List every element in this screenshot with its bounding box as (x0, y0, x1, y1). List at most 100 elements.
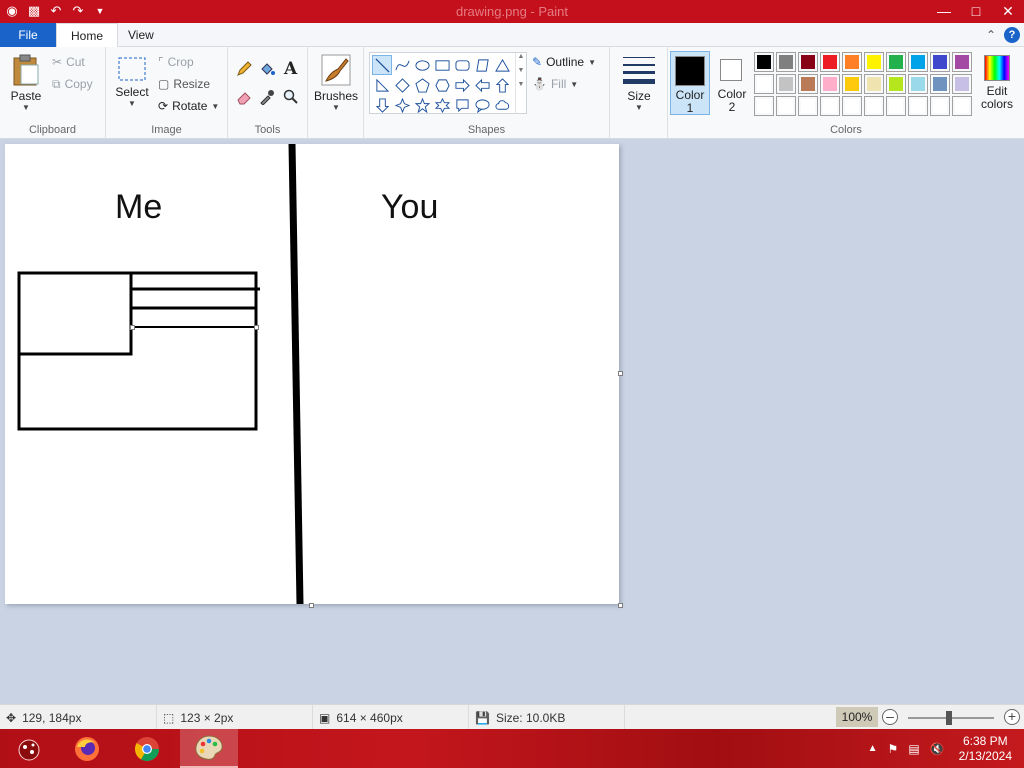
color-swatch[interactable] (776, 74, 796, 94)
color-picker-icon[interactable] (259, 89, 275, 105)
canvas-resize-corner-handle[interactable] (618, 603, 623, 608)
select-dropdown-icon[interactable]: ▼ (112, 99, 152, 108)
color-swatch[interactable] (930, 74, 950, 94)
color-swatch[interactable] (952, 96, 972, 116)
network-icon[interactable]: ▤ (908, 742, 919, 756)
color-swatch[interactable] (820, 74, 840, 94)
start-button[interactable] (0, 729, 58, 768)
oval-shape-icon[interactable] (412, 55, 432, 75)
select-button[interactable]: Select ▼ (112, 55, 152, 108)
oval-callout-shape-icon[interactable] (472, 95, 492, 115)
rectangle-shape-icon[interactable] (432, 55, 452, 75)
left-arrow-shape-icon[interactable] (472, 75, 492, 95)
help-icon[interactable]: ? (1004, 27, 1020, 43)
taskbar-clock[interactable]: 6:38 PM 2/13/2024 (955, 734, 1012, 764)
fill-bucket-icon[interactable] (259, 61, 275, 77)
rounded-callout-shape-icon[interactable] (452, 95, 472, 115)
color-swatch[interactable] (754, 74, 774, 94)
color1-button[interactable]: Color 1 (670, 51, 710, 115)
color-swatch[interactable] (886, 74, 906, 94)
color-swatch[interactable] (754, 52, 774, 72)
resize-button[interactable]: ▢ Resize (158, 74, 210, 94)
cloud-callout-shape-icon[interactable] (492, 95, 512, 115)
right-arrow-shape-icon[interactable] (452, 75, 472, 95)
line-end-handle[interactable] (254, 325, 259, 330)
color-swatch[interactable] (842, 74, 862, 94)
four-point-star-shape-icon[interactable] (392, 95, 412, 115)
rotate-button[interactable]: ⟳ Rotate ▼ (158, 96, 219, 116)
canvas-resize-right-handle[interactable] (618, 371, 623, 376)
color-swatch[interactable] (930, 52, 950, 72)
color-swatch[interactable] (864, 74, 884, 94)
five-point-star-shape-icon[interactable] (412, 95, 432, 115)
color-swatch[interactable] (776, 96, 796, 116)
copy-button[interactable]: ⧉ Copy (52, 74, 93, 94)
drawing-canvas[interactable]: Me You (5, 144, 619, 604)
color-swatch[interactable] (798, 74, 818, 94)
down-arrow-shape-icon[interactable] (372, 95, 392, 115)
line-shape-icon[interactable] (372, 55, 392, 75)
cut-button[interactable]: ✂ Cut (52, 52, 85, 72)
brushes-button[interactable]: Brushes ▼ (312, 53, 360, 112)
close-button[interactable]: ✕ (992, 0, 1024, 23)
curve-shape-icon[interactable] (392, 55, 412, 75)
taskbar-paint[interactable] (180, 729, 238, 768)
color-swatch[interactable] (776, 52, 796, 72)
zoom-in-button[interactable]: + (1004, 709, 1020, 725)
up-arrow-shape-icon[interactable] (492, 75, 512, 95)
zoom-slider-thumb[interactable] (946, 711, 952, 725)
paste-dropdown-icon[interactable]: ▼ (6, 103, 46, 112)
color-swatch[interactable] (864, 52, 884, 72)
taskbar-firefox[interactable] (58, 729, 116, 768)
tab-view[interactable]: View (114, 23, 168, 47)
brushes-dropdown-icon[interactable]: ▼ (312, 103, 360, 112)
size-dropdown-icon[interactable]: ▼ (616, 103, 662, 112)
paste-button[interactable]: Paste ▼ (6, 53, 46, 112)
hexagon-shape-icon[interactable] (432, 75, 452, 95)
text-tool-icon[interactable]: A (284, 59, 297, 79)
shapes-scrollbar[interactable]: ▲ ▼ ▼ (515, 53, 526, 113)
right-triangle-shape-icon[interactable] (372, 75, 392, 95)
color-swatch[interactable] (798, 96, 818, 116)
maximize-button[interactable]: □ (960, 0, 992, 23)
minimize-button[interactable]: — (928, 0, 960, 23)
color-swatch[interactable] (842, 52, 862, 72)
magnifier-icon[interactable] (283, 89, 299, 105)
tab-file[interactable]: File (0, 23, 56, 47)
color-swatch[interactable] (798, 52, 818, 72)
color-swatch[interactable] (952, 52, 972, 72)
color-swatch[interactable] (886, 96, 906, 116)
color2-button[interactable]: Color 2 (712, 51, 752, 115)
diamond-shape-icon[interactable] (392, 75, 412, 95)
color-swatch[interactable] (952, 74, 972, 94)
canvas-resize-bottom-handle[interactable] (309, 603, 314, 608)
polygon-shape-icon[interactable] (472, 55, 492, 75)
color-swatch[interactable] (886, 52, 906, 72)
edit-colors-button[interactable]: Edit colors (976, 51, 1018, 115)
zoom-out-button[interactable]: – (882, 709, 898, 725)
color-swatch[interactable] (754, 96, 774, 116)
outline-button[interactable]: ✎ Outline ▼ (532, 52, 596, 72)
fill-button[interactable]: ⛄ Fill ▼ (532, 74, 578, 94)
tab-home[interactable]: Home (56, 23, 119, 47)
pencil-icon[interactable] (236, 61, 252, 77)
color-swatch[interactable] (930, 96, 950, 116)
taskbar-chrome[interactable] (118, 729, 176, 768)
color-swatch[interactable] (908, 52, 928, 72)
line-start-handle[interactable] (130, 325, 135, 330)
color-swatch[interactable] (908, 74, 928, 94)
color-swatch[interactable] (842, 96, 862, 116)
color-swatch[interactable] (820, 96, 840, 116)
crop-button[interactable]: ⌜ Crop (158, 52, 194, 72)
rounded-rectangle-shape-icon[interactable] (452, 55, 472, 75)
color-swatch[interactable] (820, 52, 840, 72)
six-point-star-shape-icon[interactable] (432, 95, 452, 115)
color-swatch[interactable] (908, 96, 928, 116)
volume-muted-icon[interactable]: 🔇 (930, 742, 945, 756)
collapse-ribbon-icon[interactable]: ⌃ (986, 28, 996, 42)
color-swatch[interactable] (864, 96, 884, 116)
show-hidden-icons-icon[interactable]: ▲ (868, 743, 878, 754)
size-button[interactable]: Size ▼ (616, 53, 662, 112)
pentagon-shape-icon[interactable] (412, 75, 432, 95)
action-center-flag-icon[interactable]: ⚑ (888, 742, 899, 756)
